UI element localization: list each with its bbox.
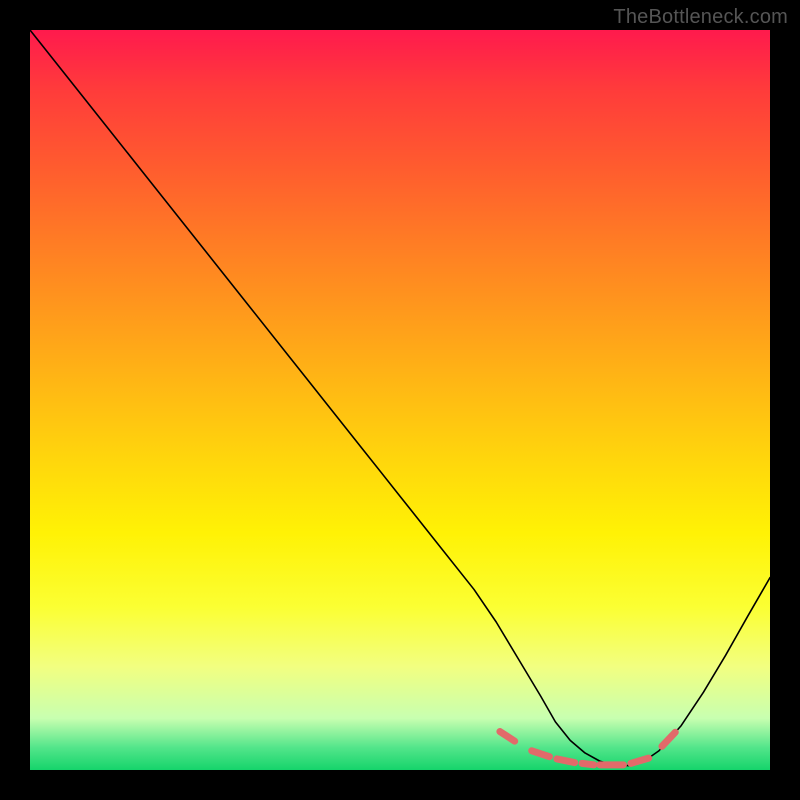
marker-dash [557, 759, 575, 763]
plot-area [30, 30, 770, 770]
marker-dash [662, 732, 675, 746]
marker-dash [532, 751, 550, 757]
marker-dashes [500, 732, 675, 765]
marker-dash [582, 763, 594, 764]
watermark-text: TheBottleneck.com [613, 6, 788, 29]
marker-dash [500, 732, 515, 742]
chart-root: TheBottleneck.com [0, 0, 800, 800]
bottleneck-curve [30, 30, 770, 766]
curve-layer [30, 30, 770, 770]
marker-dash [631, 758, 649, 763]
